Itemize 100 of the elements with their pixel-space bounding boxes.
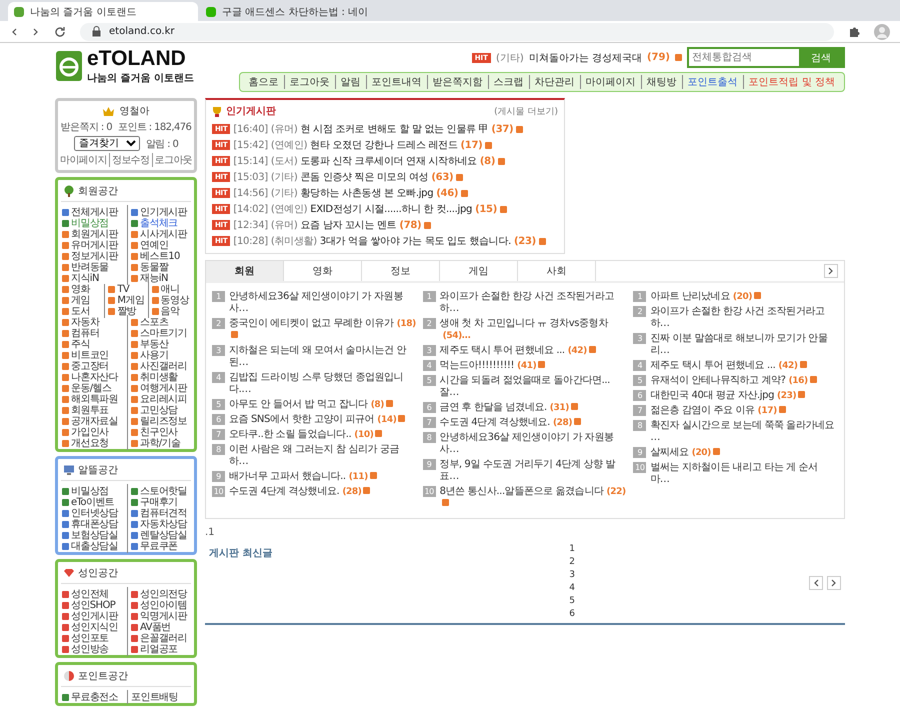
- best-post[interactable]: 5 아무도 안 들어서 밥 먹고 잡니다 (8): [212, 399, 417, 411]
- sidebar-link[interactable]: 비밀상점: [61, 484, 127, 498]
- best-post[interactable]: 6 요즘 SNS에서 핫한 고양이 피규어 (14): [212, 414, 417, 426]
- page-number[interactable]: 6: [569, 609, 575, 619]
- nav-link[interactable]: 알림: [334, 75, 366, 89]
- sidebar-link[interactable]: 영화: [61, 282, 104, 296]
- best-post[interactable]: 7 수도권 4단계 격상했네요. (28): [422, 417, 628, 429]
- page-number[interactable]: 3: [569, 570, 575, 580]
- nav-link[interactable]: 마이페이지: [580, 75, 641, 89]
- sidebar-link[interactable]: 대출상담실: [61, 539, 127, 553]
- sidebar-link[interactable]: 휴대폰상담: [61, 517, 127, 531]
- sidebar-link[interactable]: 개선요청: [61, 436, 127, 450]
- sidebar-link[interactable]: 요리레시피: [127, 392, 191, 406]
- sidebar-link[interactable]: 사용기: [127, 348, 191, 362]
- best-post[interactable]: 5 유재석이 안테나뮤직하고 계약? (16): [633, 375, 838, 387]
- nav-link[interactable]: 차단관리: [528, 75, 580, 89]
- sidebar-link[interactable]: 자동차: [61, 315, 127, 329]
- sidebar-link[interactable]: 출석체크: [127, 216, 191, 230]
- nav-link[interactable]: 홈으로: [244, 75, 284, 89]
- best-post[interactable]: 9 배가너무 고파서 했습니다.. (11): [212, 471, 417, 483]
- best-post[interactable]: 9 살찌세요 (20): [633, 447, 838, 459]
- sidebar-link[interactable]: 지식iN: [61, 271, 127, 285]
- best-post[interactable]: 7 젊은층 감염이 주요 이유 (17): [633, 405, 838, 417]
- nav-link[interactable]: 포인트출석: [682, 75, 743, 89]
- best-post[interactable]: 2 중국인이 에티켓이 없고 무례한 이유가 (18): [212, 318, 417, 342]
- sidebar-link[interactable]: 사진갤러리: [127, 359, 191, 373]
- sidebar-link[interactable]: 공개자료실: [61, 414, 127, 428]
- sidebar-link[interactable]: 성인SHOP: [61, 598, 127, 612]
- sidebar-link[interactable]: 연예인: [127, 238, 191, 252]
- best-post[interactable]: 5 시간을 되돌려 젊었을때로 돌아간다면...잘…: [422, 375, 628, 399]
- sidebar-link[interactable]: 시사게시판: [127, 227, 191, 241]
- sidebar-link[interactable]: 렌탈상담실: [127, 528, 191, 542]
- sidebar-link[interactable]: 회원게시판: [61, 227, 127, 241]
- nav-link[interactable]: 받은쪽지함: [426, 75, 488, 89]
- sidebar-link[interactable]: 성인의전당: [127, 587, 191, 601]
- sidebar-link[interactable]: 스마트기기: [127, 326, 191, 340]
- more-link[interactable]: (게시물 더보기): [494, 104, 558, 118]
- sidebar-link[interactable]: 부동산: [127, 337, 191, 351]
- sidebar-link[interactable]: 무료쿠폰: [127, 539, 191, 553]
- sidebar-link[interactable]: 자동차상담: [127, 517, 191, 531]
- page-number[interactable]: 5: [569, 596, 575, 606]
- sidebar-link[interactable]: 리얼공포: [127, 642, 191, 656]
- favorites-select[interactable]: 즐겨찾기: [74, 136, 140, 151]
- sidebar-link[interactable]: 컴퓨터: [61, 326, 127, 340]
- page-number[interactable]: 2: [569, 557, 575, 567]
- sidebar-link[interactable]: 게임: [61, 293, 104, 307]
- sidebar-link[interactable]: 운동/헬스: [61, 381, 127, 395]
- page-number[interactable]: 1: [569, 544, 575, 554]
- sidebar-link[interactable]: 전체게시판: [61, 205, 127, 219]
- sidebar-link[interactable]: 인기게시판: [127, 205, 191, 219]
- sidebar-link[interactable]: 가입인사: [61, 425, 127, 439]
- sidebar-link[interactable]: 정보게시판: [61, 249, 127, 263]
- sidebar-link[interactable]: 구매후기: [127, 495, 191, 509]
- ticker-link[interactable]: 미쳐돌아가는 경성제국대: [528, 50, 642, 64]
- sidebar-link[interactable]: 도서: [61, 304, 104, 318]
- sidebar-link[interactable]: 음악: [148, 304, 191, 318]
- browser-tab[interactable]: 나눔의 즐거움 이토랜드: [8, 2, 198, 21]
- sidebar-link[interactable]: 성인전체: [61, 587, 127, 601]
- sidebar-link[interactable]: 무료충전소: [61, 690, 127, 704]
- best-post[interactable]: 6 금연 후 한달을 넘겼네요. (31): [422, 402, 628, 414]
- sidebar-link[interactable]: 비밀상점: [61, 216, 127, 230]
- best-post[interactable]: 4 김밥집 드라이빙 스루 당했던 종업원입니다.…: [212, 372, 417, 396]
- sidebar-link[interactable]: 고민상담: [127, 403, 191, 417]
- nav-link[interactable]: 포인트적립 및 정책: [742, 75, 840, 89]
- page-number[interactable]: 4: [569, 583, 575, 593]
- message-count[interactable]: 받은쪽지 : 0: [60, 120, 112, 134]
- best-post[interactable]: 10 수도권 4단계 격상했네요. (28): [212, 486, 417, 498]
- reload-icon[interactable]: [54, 26, 66, 38]
- sidebar-link[interactable]: 유머게시판: [61, 238, 127, 252]
- search-field[interactable]: 전체통합검색 검색: [687, 47, 845, 68]
- sidebar-link[interactable]: 성인아이템: [127, 598, 191, 612]
- sidebar-link[interactable]: 과학/기술: [127, 436, 191, 450]
- best-post[interactable]: 4 먹는드아!!!!!!!!!! (41): [422, 360, 628, 372]
- user-link[interactable]: 로그아웃: [152, 153, 194, 167]
- next-button[interactable]: [824, 264, 838, 278]
- best-post[interactable]: 2 생애 첫 차 고민입니다 ㅠ 경차vs중형차 (54)…: [422, 318, 628, 342]
- sidebar-link[interactable]: 여행게시판: [127, 381, 191, 395]
- sidebar-link[interactable]: 익명게시판: [127, 609, 191, 623]
- best-post[interactable]: 10 8년쓴 통신사...알뜰폰으로 옮겼습니다 (22): [422, 486, 628, 510]
- best-post[interactable]: 3 진짜 이분 말씀대로 해보니까 모기가 안물리…: [633, 333, 838, 357]
- sidebar-link[interactable]: 회원투표: [61, 403, 127, 417]
- best-post[interactable]: 1 와이프가 손절한 한강 사건 조작된거라고 하…: [422, 291, 628, 315]
- best-post[interactable]: 7 오타쿠..한 소릴 들었습니다.. (10): [212, 429, 417, 441]
- sidebar-link[interactable]: 비트코인: [61, 348, 127, 362]
- best-post[interactable]: 9 정부, 9일 수도권 거리두기 4단계 상향 발표…: [422, 459, 628, 483]
- alarm-count[interactable]: 알림 : 0: [146, 136, 178, 150]
- puzzle-icon[interactable]: [848, 26, 860, 38]
- best-post[interactable]: 4 제주도 택시 투어 편했네요 ... (42): [633, 360, 838, 372]
- best-post[interactable]: 8 안녕하세요36살 제인생이야기 가 자원봉사…: [422, 432, 628, 456]
- sidebar-link[interactable]: 친구인사: [127, 425, 191, 439]
- sidebar-link[interactable]: 성인방송: [61, 642, 127, 656]
- sidebar-link[interactable]: 애니: [148, 282, 191, 296]
- sidebar-link[interactable]: 재능iN: [127, 271, 191, 285]
- sidebar-link[interactable]: 동물짤: [127, 260, 191, 274]
- sidebar-link[interactable]: 반려동물: [61, 260, 127, 274]
- nav-link[interactable]: 로그아웃: [284, 75, 335, 89]
- sidebar-link[interactable]: TV: [104, 284, 148, 294]
- sidebar-link[interactable]: 보험상담실: [61, 528, 127, 542]
- prev-button[interactable]: [809, 576, 823, 590]
- logo-wordmark[interactable]: eTOLAND: [87, 47, 194, 71]
